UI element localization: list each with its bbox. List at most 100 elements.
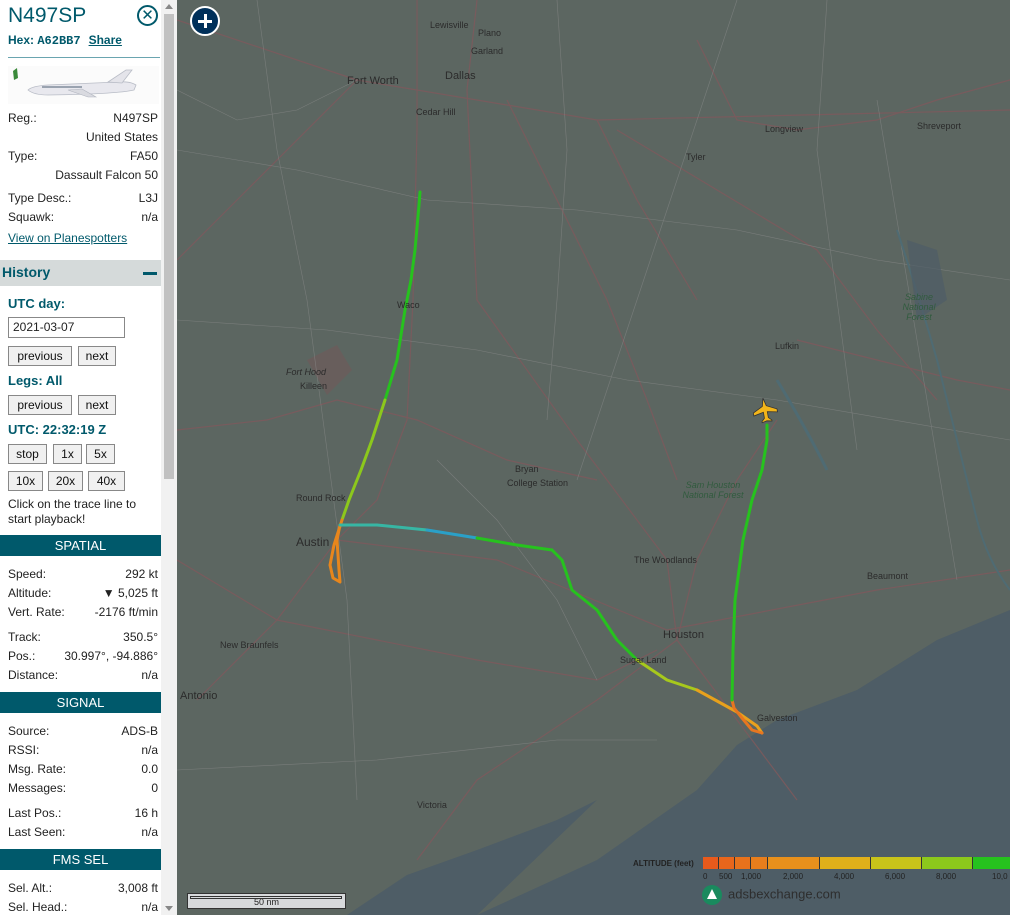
vert-rate-value: -2176 ft/min [94, 605, 158, 619]
last-seen-value: n/a [141, 825, 158, 839]
day-previous-button[interactable]: previous [8, 346, 72, 366]
map-view[interactable]: Lewisville Plano Garland Fort Worth Dall… [177, 0, 1010, 915]
day-next-button[interactable]: next [78, 346, 116, 366]
city-label: Lufkin [775, 341, 800, 351]
city-label: Fort Hood [286, 367, 327, 377]
position-label: Pos.: [8, 649, 36, 663]
speed-20x-button[interactable]: 20x [48, 471, 83, 491]
legend-tick: 500 [719, 872, 733, 881]
squawk-label: Squawk: [8, 210, 55, 224]
city-label: Lewisville [430, 20, 469, 30]
distance-label: Distance: [8, 668, 59, 682]
legend-tick: 10,0 [992, 872, 1008, 881]
vert-rate-label: Vert. Rate: [8, 605, 65, 619]
scroll-thumb[interactable] [164, 14, 174, 479]
sel-alt-label: Sel. Alt.: [8, 881, 53, 895]
hex-label: Hex: [8, 33, 35, 47]
city-label: Galveston [757, 713, 798, 723]
park-label: Sam Houston National Forest [682, 480, 744, 500]
sel-head-label: Sel. Head.: [8, 900, 68, 914]
speed-label: Speed: [8, 567, 47, 581]
sel-alt-value: 3,008 ft [117, 881, 158, 895]
leg-previous-button[interactable]: previous [8, 395, 72, 415]
last-seen-label: Last Seen: [8, 825, 66, 839]
track-label: Track: [8, 630, 41, 644]
leg-next-button[interactable]: next [78, 395, 116, 415]
legs-label: Legs: All [8, 373, 63, 388]
signal-header: SIGNAL [0, 692, 161, 713]
history-header[interactable]: History [0, 260, 161, 286]
playback-hint: Click on the trace line to start playbac… [8, 497, 137, 526]
city-label: Beaumont [867, 571, 909, 581]
sidebar-scrollbar[interactable] [161, 0, 177, 915]
speed-5x-button[interactable]: 5x [86, 444, 115, 464]
scroll-down-icon[interactable] [165, 906, 173, 911]
city-label: College Station [507, 478, 569, 488]
legend-tick: 6,000 [885, 872, 906, 881]
city-label: Garland [471, 46, 504, 56]
zoom-in-button[interactable] [190, 6, 220, 36]
distance-value: n/a [141, 668, 158, 682]
messages-label: Messages: [8, 781, 67, 795]
park-label: Sabine National Forest [902, 292, 936, 322]
aircraft-sidebar: N497SP ✕ Hex: A62BB7 Share Reg.: N497SP Un… [0, 0, 177, 915]
utc-time-label: UTC: 22:32:19 Z [8, 422, 107, 437]
rssi-label: RSSI: [8, 743, 40, 757]
reg-value: N497SP [113, 111, 158, 125]
legend-tick: 2,000 [783, 872, 804, 881]
city-label: Victoria [417, 800, 447, 810]
legend-color-bar [703, 857, 1010, 869]
type-name-value: Dassault Falcon 50 [55, 168, 158, 182]
city-label: Sugar Land [620, 655, 667, 665]
divider [8, 57, 160, 58]
speed-10x-button[interactable]: 10x [8, 471, 43, 491]
flight-track[interactable] [177, 0, 1010, 915]
city-label: The Woodlands [634, 555, 697, 565]
speed-1x-button[interactable]: 1x [53, 444, 82, 464]
altitude-value: ▼ 5,025 ft [102, 586, 158, 600]
source-value: ADS-B [121, 724, 158, 738]
position-value: 30.997°, -94.886° [64, 649, 158, 663]
legend-tick: 4,000 [834, 872, 855, 881]
share-link[interactable]: Share [89, 33, 122, 47]
city-label: Round Rock [296, 493, 346, 503]
date-input[interactable]: 2021-03-07 [8, 317, 125, 338]
close-icon: ✕ [141, 7, 154, 24]
city-label: Plano [478, 28, 502, 38]
city-label: Houston [663, 629, 704, 641]
squawk-value: n/a [141, 210, 158, 224]
brand-label: adsbexchange.com [728, 886, 841, 902]
hex-line: Hex: A62BB7 Share [8, 33, 122, 48]
legend-tick: 1,000 [741, 872, 762, 881]
legend-ticks: 0 500 1,000 2,000 4,000 6,000 8,000 10,0 [703, 872, 1010, 882]
scroll-up-icon[interactable] [165, 4, 173, 9]
speed-40x-button[interactable]: 40x [88, 471, 125, 491]
city-label: Longview [765, 124, 804, 134]
city-label: Cedar Hill [416, 107, 456, 117]
legend-tick: 8,000 [936, 872, 957, 881]
scale-bar: 50 nm [187, 893, 346, 909]
last-pos-label: Last Pos.: [8, 806, 62, 820]
fms-header: FMS SEL [0, 849, 161, 870]
planespotters-link[interactable]: View on Planespotters [8, 231, 127, 245]
aircraft-photo[interactable] [8, 66, 159, 104]
aircraft-photo-icon [13, 68, 137, 98]
speed-stop-button[interactable]: stop [8, 444, 47, 464]
type-desc-label: Type Desc.: [8, 191, 72, 205]
close-button[interactable]: ✕ [137, 5, 158, 26]
spatial-header: SPATIAL [0, 535, 161, 556]
callsign-title: N497SP [8, 4, 87, 27]
type-label: Type: [8, 149, 38, 163]
msg-rate-label: Msg. Rate: [8, 762, 67, 776]
hex-value: A62BB7 [37, 34, 81, 48]
type-desc-value: L3J [138, 191, 158, 205]
city-label: Antonio [180, 690, 218, 702]
city-label: Dallas [445, 70, 476, 82]
reg-label: Reg.: [8, 111, 37, 125]
type-value: FA50 [129, 149, 158, 163]
brand-link[interactable]: adsbexchange.com [702, 885, 841, 905]
collapse-icon[interactable] [143, 272, 157, 275]
legend-tick: 0 [703, 872, 708, 881]
legend-title: ALTITUDE (feet) [633, 859, 694, 868]
city-label: New Braunfels [220, 640, 279, 650]
